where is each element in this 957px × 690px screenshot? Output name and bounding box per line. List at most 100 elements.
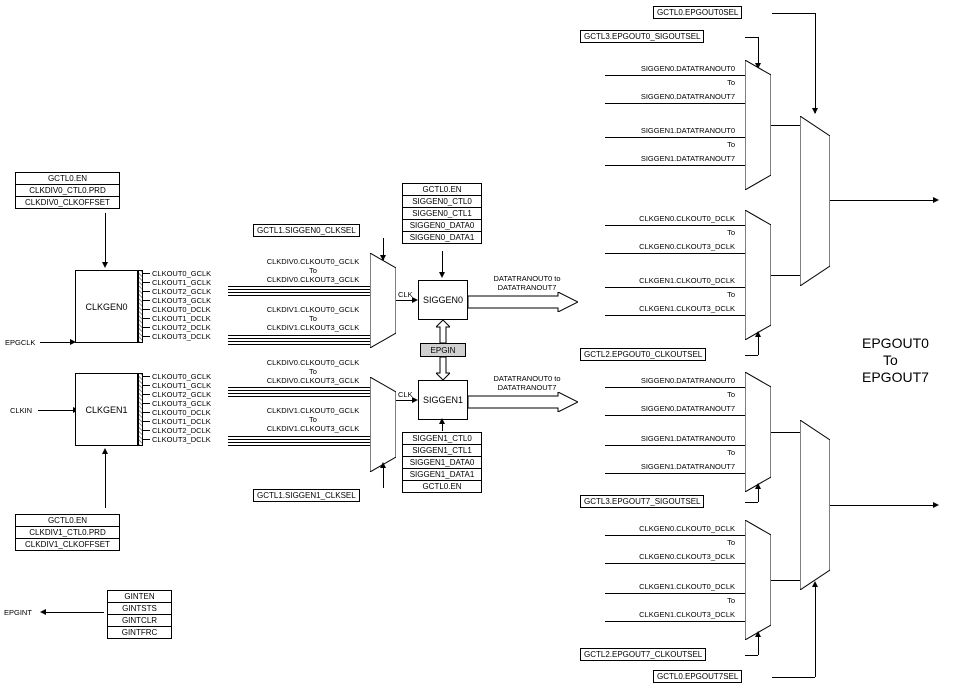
wire: [228, 439, 370, 440]
wire: [605, 415, 745, 416]
clkout-label: CLKOUT2_DCLK: [152, 426, 211, 435]
reg: GINTFRC: [107, 627, 172, 639]
mux-in: To: [590, 228, 735, 237]
reg: SIGGEN0_CTL1: [402, 208, 482, 220]
reg: SIGGEN1_CTL1: [402, 445, 482, 457]
reg: SIGGEN1_DATA1: [402, 469, 482, 481]
mux-in: CLKGEN0.CLKOUT3_DCLK: [590, 552, 735, 561]
epgout7-clkmux: [745, 520, 771, 640]
wire: [143, 282, 150, 283]
clkout-label: CLKOUT2_GCLK: [152, 390, 211, 399]
wire: [815, 13, 816, 113]
siggen0-bus: [468, 292, 578, 312]
epgout7-sigmux: [745, 372, 771, 492]
clk-label: CLK: [398, 390, 413, 399]
wire: [745, 502, 758, 503]
reg: GCTL0.EN: [15, 514, 120, 527]
wire: [758, 335, 759, 355]
wire: [605, 75, 745, 76]
mux-in: CLKDIV0.CLKOUT0_GCLK: [258, 257, 368, 266]
wire: [105, 213, 106, 263]
wire: [228, 396, 370, 397]
mux-in: CLKDIV0.CLKOUT3_GCLK: [258, 275, 368, 284]
wire: [228, 436, 370, 437]
wire: [605, 315, 745, 316]
arrow: [380, 462, 386, 468]
mux-in: CLKGEN1.CLKOUT0_DCLK: [590, 582, 735, 591]
clkout-label: CLKOUT0_DCLK: [152, 305, 211, 314]
wire: [605, 287, 745, 288]
mux-in: CLKGEN1.CLKOUT3_DCLK: [590, 304, 735, 313]
wire: [605, 137, 745, 138]
reg: SIGGEN0_DATA0: [402, 220, 482, 232]
epgin-arrow-down: [436, 357, 450, 380]
siggen1-block: SIGGEN1: [418, 380, 468, 420]
wire: [228, 286, 370, 287]
wire: [383, 466, 384, 488]
mux-in: SIGGEN1.DATATRANOUT0: [590, 126, 735, 135]
wire: [605, 621, 745, 622]
reg: SIGGEN0_CTL0: [402, 196, 482, 208]
mux-in: SIGGEN1.DATATRANOUT7: [590, 462, 735, 471]
mux-in: SIGGEN0.DATATRANOUT7: [590, 92, 735, 101]
wire: [815, 585, 816, 677]
mux-in: To: [590, 448, 735, 457]
epgout0-clkoutsel-reg: GCTL2.EPGOUT0_CLKOUTSEL: [580, 348, 706, 361]
wire: [442, 251, 443, 274]
arrow: [102, 262, 108, 268]
mux-in: CLKDIV1.CLKOUT0_GCLK: [258, 305, 368, 314]
wire: [143, 376, 150, 377]
mux-in: CLKDIV0.CLKOUT3_GCLK: [258, 376, 368, 385]
wire: [38, 410, 73, 411]
clkout-label: CLKOUT3_DCLK: [152, 332, 211, 341]
mux-in: To: [590, 78, 735, 87]
mux-in: CLKDIV1.CLKOUT0_GCLK: [258, 406, 368, 415]
clkout-label: CLKOUT1_DCLK: [152, 417, 211, 426]
reg: GCTL0.EN: [402, 183, 482, 196]
reg: CLKDIV1_CLKOFFSET: [15, 539, 120, 551]
siggen0-out: DATATRANOUT7: [482, 283, 572, 292]
epgout-to: To: [883, 352, 898, 368]
wire: [228, 289, 370, 290]
arrow: [933, 197, 939, 203]
reg: SIGGEN1_CTL0: [402, 432, 482, 445]
wire: [605, 593, 745, 594]
reg: GCTL0.EN: [402, 481, 482, 493]
wire: [228, 292, 370, 293]
epgin-arrow-up: [436, 320, 450, 343]
wire: [771, 432, 800, 433]
clkout-label: CLKOUT0_DCLK: [152, 408, 211, 417]
wire: [605, 165, 745, 166]
mux-in: CLKGEN1.CLKOUT3_DCLK: [590, 610, 735, 619]
arrow: [812, 108, 818, 114]
wire: [771, 275, 800, 276]
reg: CLKDIV0_CTL0.PRD: [15, 185, 120, 197]
wire: [143, 309, 150, 310]
mux-in: To: [590, 140, 735, 149]
wire: [105, 453, 106, 508]
wire: [772, 677, 815, 678]
arrow: [755, 483, 761, 489]
wire: [771, 580, 800, 581]
mux-in: CLKDIV1.CLKOUT3_GCLK: [258, 424, 368, 433]
wire: [228, 344, 370, 345]
wire: [143, 336, 150, 337]
reg: SIGGEN1_DATA0: [402, 457, 482, 469]
wire: [758, 635, 759, 655]
wire: [605, 535, 745, 536]
wire: [143, 421, 150, 422]
clkgen0-block: CLKGEN0: [75, 270, 138, 343]
wire: [228, 390, 370, 391]
siggen1-out: DATATRANOUT7: [482, 383, 572, 392]
wire: [772, 13, 815, 14]
mux-in: To: [258, 266, 368, 275]
clkout-label: CLKOUT3_GCLK: [152, 296, 211, 305]
siggen1-regs: SIGGEN1_CTL0 SIGGEN1_CTL1 SIGGEN1_DATA0 …: [402, 432, 482, 493]
mux-in: SIGGEN0.DATATRANOUT7: [590, 404, 735, 413]
wire: [228, 387, 370, 388]
arrow: [755, 331, 761, 337]
reg: GCTL0.EN: [15, 172, 120, 185]
mux-in: SIGGEN0.DATATRANOUT0: [590, 64, 735, 73]
wire: [771, 125, 800, 126]
arrow: [439, 272, 445, 278]
